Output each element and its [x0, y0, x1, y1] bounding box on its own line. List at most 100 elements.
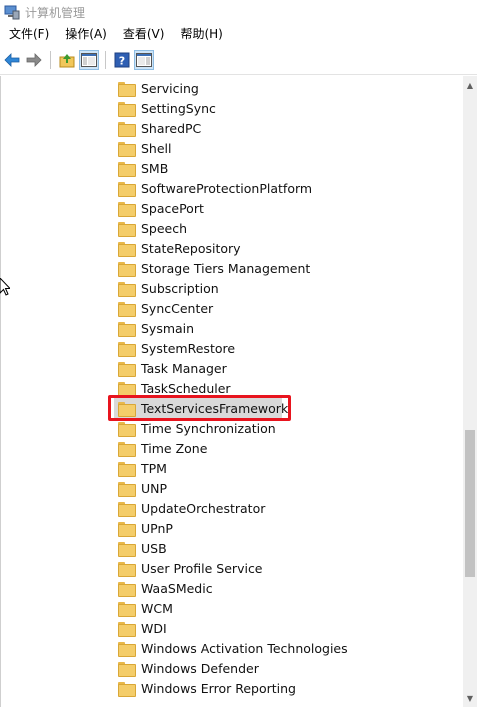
tree-item[interactable]: Task Manager [118, 358, 227, 378]
tree-item[interactable]: Servicing [118, 78, 199, 98]
computer-management-icon [4, 4, 20, 20]
tree-item[interactable]: SyncCenter [118, 298, 213, 318]
tree-item[interactable]: USB [118, 538, 167, 558]
folder-icon [118, 241, 136, 257]
folder-icon [118, 661, 136, 677]
show-hide-action-pane-button[interactable] [134, 49, 154, 70]
folder-icon [118, 221, 136, 237]
tree-item-label: Servicing [141, 80, 199, 96]
tree-item-label: Storage Tiers Management [141, 260, 311, 276]
up-one-level-button[interactable] [57, 50, 77, 70]
title-bar: 计算机管理 [0, 0, 477, 24]
tree-item-label: Time Synchronization [141, 420, 276, 436]
tree-item-label: Task Manager [141, 360, 227, 376]
show-hide-action-pane-icon [136, 52, 152, 67]
tree-item[interactable]: StateRepository [118, 238, 241, 258]
menu-view[interactable]: 查看(V) [114, 24, 172, 45]
back-button[interactable] [2, 50, 22, 70]
tree-item[interactable]: Windows Activation Technologies [118, 638, 348, 658]
folder-icon [118, 121, 136, 137]
svg-text:?: ? [119, 54, 125, 67]
tree-item-label: Time Zone [141, 440, 208, 456]
folder-icon [118, 421, 136, 437]
tree-item[interactable]: Sysmain [118, 318, 194, 338]
tree-item-label: SyncCenter [141, 300, 214, 316]
tree-item[interactable]: Time Zone [118, 438, 207, 458]
tree-item[interactable]: Shell [118, 138, 172, 158]
tree-item[interactable]: Time Synchronization [118, 418, 276, 438]
tree-item[interactable]: Windows Defender [118, 658, 259, 678]
folder-icon [118, 461, 136, 477]
show-hide-console-tree-button[interactable] [79, 49, 99, 70]
tree-item[interactable]: SystemRestore [118, 338, 235, 358]
folder-icon [118, 101, 136, 117]
tree-item-label: Shell [141, 140, 172, 156]
folder-icon [118, 501, 136, 517]
help-button[interactable]: ? [112, 50, 132, 70]
forward-button[interactable] [24, 50, 44, 70]
tree-item-label: Subscription [141, 280, 219, 296]
help-icon: ? [114, 52, 130, 67]
scroll-up-arrow-icon[interactable]: ▲ [463, 78, 477, 92]
folder-icon [118, 561, 136, 577]
window-title: 计算机管理 [25, 5, 86, 20]
tree-item-label: WDI [141, 620, 167, 636]
folder-icon [118, 161, 136, 177]
folder-icon [118, 541, 136, 557]
tree-item[interactable]: WaaSMedic [118, 578, 213, 598]
folder-icon [118, 81, 136, 97]
folder-icon [118, 381, 136, 397]
folder-icon [118, 641, 136, 657]
tree-item-label: SettingSync [141, 100, 216, 116]
tree-item[interactable]: UPnP [118, 518, 173, 538]
folder-icon [118, 481, 136, 497]
tree-item[interactable]: User Profile Service [118, 558, 263, 578]
tree-item-label: SoftwareProtectionPlatform [141, 180, 313, 196]
folder-icon [118, 441, 136, 457]
folder-icon [118, 621, 136, 637]
toolbar-separator [105, 50, 106, 69]
console-tree[interactable]: Servicing SettingSync SharedPC Shell SMB Soft… [0, 76, 477, 707]
folder-icon [118, 361, 136, 377]
tree-item[interactable]: UNP [118, 478, 167, 498]
tree-item-label: SMB [141, 160, 169, 176]
toolbar: ? [0, 45, 477, 75]
tree-item[interactable]: TPM [118, 458, 167, 478]
tree-item[interactable]: SpacePort [118, 198, 204, 218]
menu-file[interactable]: 文件(F) [0, 24, 56, 45]
tree-item[interactable]: WDI [118, 618, 167, 638]
tree-item-label: StateRepository [141, 240, 241, 256]
up-folder-icon [59, 53, 75, 67]
folder-icon [118, 141, 136, 157]
scroll-down-arrow-icon[interactable]: ▼ [463, 691, 477, 705]
tree-item-label: TaskScheduler [141, 380, 231, 396]
menu-help[interactable]: 帮助(H) [171, 24, 229, 45]
tree-item[interactable]: Windows Error Reporting [118, 678, 296, 698]
folder-icon [118, 281, 136, 297]
tree-item-label: User Profile Service [141, 560, 263, 576]
tree-item[interactable]: UpdateOrchestrator [118, 498, 265, 518]
tree-item-label: UPnP [141, 520, 173, 536]
tree-item[interactable]: SMB [118, 158, 168, 178]
folder-icon [118, 261, 136, 277]
red-highlight-box [108, 395, 291, 421]
folder-icon [118, 321, 136, 337]
tree-item-label: SpacePort [141, 200, 204, 216]
tree-item[interactable]: Subscription [118, 278, 219, 298]
scrollbar-thumb[interactable] [465, 430, 475, 577]
toolbar-separator [50, 50, 51, 69]
tree-item-label: Sysmain [141, 320, 195, 336]
tree-item-label: TPM [141, 460, 167, 476]
folder-icon [118, 341, 136, 357]
tree-item[interactable]: WCM [118, 598, 173, 618]
menu-action[interactable]: 操作(A) [56, 24, 114, 45]
vertical-scrollbar[interactable]: ▲ ▼ [463, 76, 477, 707]
tree-item-label: UNP [141, 480, 168, 496]
tree-item[interactable]: Storage Tiers Management [118, 258, 310, 278]
tree-item[interactable]: SharedPC [118, 118, 201, 138]
tree-item-label: WaaSMedic [141, 580, 213, 596]
tree-item[interactable]: SoftwareProtectionPlatform [118, 178, 312, 198]
forward-arrow-icon [26, 52, 42, 67]
tree-item[interactable]: Speech [118, 218, 187, 238]
tree-item[interactable]: SettingSync [118, 98, 216, 118]
